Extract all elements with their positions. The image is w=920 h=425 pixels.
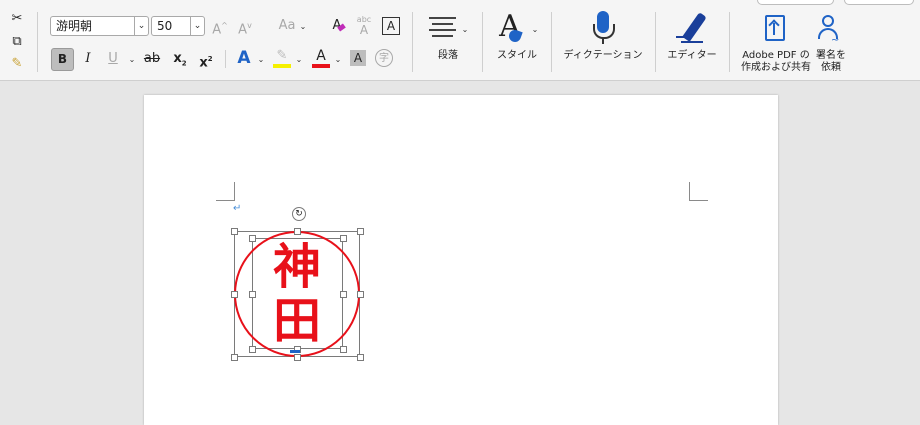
top-tab-button[interactable] — [844, 0, 914, 5]
editor-pen-icon[interactable] — [676, 12, 708, 44]
resize-handle[interactable] — [357, 228, 364, 235]
ribbon: ✂ ⧉ ✎ 游明朝 ⌄ 50 ⌄ A^ Av Aa ⌄ A abc A A B I… — [0, 0, 920, 81]
highlight-icon[interactable]: ✎ — [273, 47, 291, 68]
paragraph-icon[interactable] — [429, 16, 456, 38]
resize-handle[interactable] — [340, 291, 347, 298]
superscript-button[interactable]: x2 — [197, 50, 215, 72]
styles-icon[interactable]: A — [495, 10, 525, 44]
font-size-field[interactable]: 50 ⌄ — [151, 16, 205, 36]
scissors-icon[interactable]: ✂ — [8, 10, 26, 28]
seal-char-bottom: 田 — [272, 293, 321, 349]
grow-font-icon[interactable]: A^ — [211, 17, 229, 39]
paragraph-label: 段落 — [438, 50, 458, 61]
shrink-font-icon[interactable]: Av — [236, 17, 254, 39]
resize-handle[interactable] — [340, 235, 347, 242]
bold-button[interactable]: B — [51, 48, 74, 71]
format-painter-icon[interactable]: ✎ — [8, 55, 26, 73]
separator — [655, 12, 656, 72]
chevron-down-icon[interactable]: ⌄ — [461, 21, 469, 39]
signature-label: 署名を 依頼 — [816, 50, 846, 73]
anchor-icon — [290, 350, 300, 353]
char-shading-icon[interactable]: A — [350, 50, 366, 66]
italic-button[interactable]: I — [80, 50, 96, 68]
resize-handle[interactable] — [340, 346, 347, 353]
change-case-icon[interactable]: Aa — [276, 17, 298, 35]
char-border-icon[interactable]: A — [382, 17, 400, 35]
resize-handle[interactable] — [294, 354, 301, 361]
chevron-down-icon[interactable]: ⌄ — [295, 51, 303, 69]
enclose-char-icon[interactable]: 字 — [375, 49, 393, 67]
separator — [37, 12, 38, 72]
signature-request-icon[interactable]: ~ — [815, 15, 845, 46]
separator — [225, 50, 226, 68]
resize-handle[interactable] — [357, 291, 364, 298]
phonetic-guide-icon[interactable]: abc A — [354, 15, 374, 36]
separator — [482, 12, 483, 72]
margin-corner-top-right — [689, 182, 708, 201]
clear-format-icon[interactable]: A — [328, 17, 346, 35]
font-size-value: 50 — [157, 19, 173, 33]
underline-button[interactable]: U — [106, 50, 120, 68]
chevron-down-icon[interactable]: ⌄ — [257, 51, 265, 69]
adobe-pdf-share-icon[interactable] — [765, 15, 789, 45]
resize-handle[interactable] — [357, 354, 364, 361]
resize-handle[interactable] — [249, 346, 256, 353]
dictate-label: ディクテーション — [563, 50, 643, 61]
paragraph-mark: ↵ — [233, 203, 242, 214]
strikethrough-button[interactable]: ab — [143, 50, 161, 68]
resize-handle[interactable] — [249, 235, 256, 242]
copy-icon[interactable]: ⧉ — [8, 33, 26, 51]
margin-corner-top-left — [216, 182, 235, 201]
resize-handle[interactable] — [294, 228, 301, 235]
styles-label: スタイル — [497, 50, 537, 61]
font-name-value: 游明朝 — [56, 19, 93, 33]
chevron-down-icon[interactable]: ⌄ — [134, 17, 148, 35]
chevron-down-icon[interactable]: ⌄ — [531, 21, 539, 39]
document-page[interactable]: ↵ ↻ 神 田 — [144, 95, 778, 425]
editor-label: エディター — [667, 50, 717, 61]
font-color-icon[interactable]: A — [312, 47, 330, 68]
chevron-down-icon[interactable]: ⌄ — [128, 51, 136, 69]
text-effects-icon[interactable]: A — [235, 49, 253, 67]
adobe-pdf-label: Adobe PDF の 作成および共有 — [741, 50, 811, 73]
resize-handle[interactable] — [249, 291, 256, 298]
separator — [412, 12, 413, 72]
separator — [729, 12, 730, 72]
seal-char-top: 神 — [272, 239, 321, 295]
resize-handle[interactable] — [231, 291, 238, 298]
chevron-down-icon[interactable]: ⌄ — [334, 51, 342, 69]
separator — [551, 12, 552, 72]
chevron-down-icon[interactable]: ⌄ — [299, 18, 307, 36]
resize-handle[interactable] — [231, 354, 238, 361]
font-name-field[interactable]: 游明朝 ⌄ — [50, 16, 149, 36]
chevron-down-icon[interactable]: ⌄ — [190, 17, 204, 35]
rotate-handle-icon[interactable]: ↻ — [292, 207, 306, 221]
top-tab-button[interactable] — [757, 0, 834, 5]
resize-handle[interactable] — [231, 228, 238, 235]
subscript-button[interactable]: x2 — [171, 50, 189, 73]
microphone-icon[interactable] — [592, 11, 615, 45]
